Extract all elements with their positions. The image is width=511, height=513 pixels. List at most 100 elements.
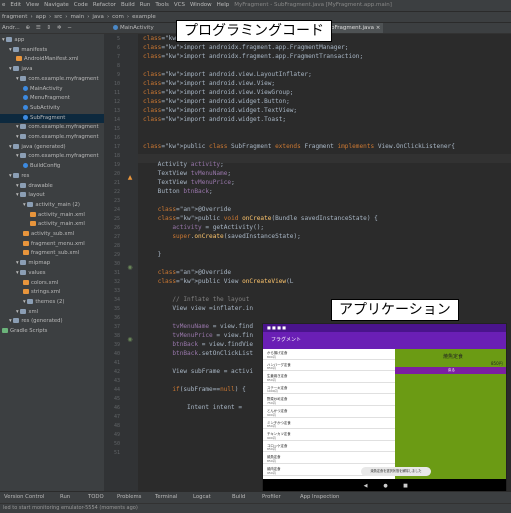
bottom-tab-todo[interactable]: TODO (88, 492, 104, 503)
tree-item[interactable]: ▾ drawable (0, 182, 104, 191)
bottom-tab-build[interactable]: Build (232, 492, 245, 503)
menu-item-vcs[interactable]: VCS (174, 2, 185, 8)
close-icon[interactable]: × (374, 25, 381, 31)
recents-icon[interactable]: ■ (403, 484, 408, 489)
target-icon[interactable]: ⊕ (26, 25, 31, 31)
expand-icon[interactable]: ⇕ (47, 25, 52, 31)
menu-item-window[interactable]: Window (190, 2, 212, 8)
list-item[interactable]: 生姜焼き定食 850円 (263, 372, 395, 383)
line-number: 27 (113, 234, 120, 240)
bottom-tab-profiler[interactable]: Profiler (262, 492, 281, 503)
line-number: 41 (113, 360, 120, 366)
bottom-tab-terminal[interactable]: Terminal (155, 492, 177, 503)
menu-item-view[interactable]: View (26, 2, 39, 8)
breadcrumb-item[interactable]: java (92, 14, 104, 20)
bottom-tab-run[interactable]: Run (60, 492, 70, 503)
tree-item[interactable]: MenuFragment (0, 94, 104, 103)
override-marker-icon[interactable]: ◉ (126, 265, 134, 271)
tree-item[interactable]: ▾ layout (0, 191, 104, 200)
xml-icon (23, 279, 29, 285)
breadcrumb-item[interactable]: fragment (2, 14, 27, 20)
tree-item-label: com.example.myfragment (28, 134, 99, 140)
breadcrumb-item[interactable]: src (54, 14, 62, 20)
collapse-icon[interactable]: ☰ (36, 25, 41, 31)
menu-item-help[interactable]: Help (217, 2, 230, 8)
tree-item[interactable]: ▾ com.example.myfragment (0, 152, 104, 161)
tree-item[interactable]: Gradle Scripts (0, 327, 104, 336)
menu-item-build[interactable]: Build (121, 2, 135, 8)
breadcrumb-item[interactable]: main (70, 14, 84, 20)
tree-item[interactable]: activity_sub.xml (0, 230, 104, 239)
bottom-tab-logcat[interactable]: Logcat (193, 492, 211, 503)
bottom-tab-version-control[interactable]: Version Control (4, 492, 44, 503)
minimize-icon[interactable]: − (67, 25, 72, 31)
xml-icon (23, 250, 29, 256)
tree-item[interactable]: AndroidManifest.xml (0, 55, 104, 64)
project-view-selector[interactable]: Andr... (2, 25, 20, 31)
tree-item[interactable]: ▾ com.example.myfragment (0, 75, 104, 84)
menu-item-price: 750円 (267, 400, 276, 405)
tree-item[interactable]: ▾ com.example.myfragment (0, 123, 104, 132)
tree-item[interactable]: activity_main.xml (0, 211, 104, 220)
tree-item[interactable]: SubActivity (0, 104, 104, 113)
list-item[interactable]: とんかつ定食 900円 (263, 407, 395, 418)
list-item[interactable]: ミンチかつ定食 850円 (263, 419, 395, 430)
tree-item[interactable]: BuildConfig (0, 162, 104, 171)
list-item[interactable]: から揚げ定食 800円 (263, 349, 395, 360)
bottom-tab-problems[interactable]: Problems (117, 492, 141, 503)
menu-item-tools[interactable]: Tools (155, 2, 169, 8)
back-icon[interactable]: ◀ (363, 484, 368, 489)
line-number: 10 (113, 81, 120, 87)
back-button[interactable]: 戻る (395, 367, 506, 374)
menu-item-navigate[interactable]: Navigate (44, 2, 69, 8)
line-number: 51 (113, 450, 120, 456)
menu-item-edit[interactable]: Edit (10, 2, 21, 8)
line-number: 38 (113, 333, 120, 339)
tree-item[interactable]: strings.xml (0, 288, 104, 297)
tree-item[interactable]: MainActivity (0, 85, 104, 94)
tree-item[interactable]: ▾ activity_main (2) (0, 201, 104, 210)
emulator-screen[interactable]: ■ ■ ■ ■ フラグメント から揚げ定食 800円 ハンバーグ定食 850円 生姜焼き… (262, 323, 507, 493)
breadcrumb-item[interactable]: example (132, 14, 156, 20)
tree-item[interactable]: activity_main.xml (0, 220, 104, 229)
home-icon[interactable]: ● (383, 484, 388, 489)
list-item[interactable]: 焼魚定食 850円 (263, 453, 395, 464)
override-marker-icon[interactable]: ◉ (126, 337, 134, 343)
menu-item-code[interactable]: Code (74, 2, 88, 8)
list-item[interactable]: チキンカツ定食 900円 (263, 430, 395, 441)
bottom-tab-app-inspection[interactable]: App Inspection (300, 492, 339, 503)
tree-item[interactable]: ▾ mipmap (0, 259, 104, 268)
tree-item[interactable]: ▾ res (0, 172, 104, 181)
list-item[interactable]: 野菜炒め定食 750円 (263, 395, 395, 406)
tab-mainactivity[interactable]: MainActivity (110, 23, 157, 33)
tree-item[interactable]: ▾ com.example.myfragment (0, 133, 104, 142)
class-marker-icon[interactable]: ▲ (126, 175, 134, 181)
menu-item-price: 800円 (267, 354, 276, 359)
gear-icon[interactable]: ✲ (57, 25, 62, 31)
tree-item[interactable]: ▾ java (generated) (0, 143, 104, 152)
tree-item[interactable]: fragment_menu.xml (0, 240, 104, 249)
tree-item[interactable]: ▾ res (generated) (0, 317, 104, 326)
tree-item[interactable]: ▾ xml (0, 308, 104, 317)
tree-item[interactable]: ▾ app (0, 36, 104, 45)
class-icon (23, 163, 28, 169)
menu-item-refactor[interactable]: Refactor (93, 2, 116, 8)
menu-item-run[interactable]: Run (140, 2, 151, 8)
tree-item-label: layout (28, 192, 45, 199)
list-item[interactable]: ステーキ定食 1000円 (263, 384, 395, 395)
menu-item-e[interactable]: e (2, 2, 5, 8)
tree-item[interactable]: fragment_sub.xml (0, 249, 104, 258)
breadcrumb-item[interactable]: com (112, 14, 124, 20)
tree-item[interactable]: SubFragment (0, 113, 104, 123)
list-item[interactable]: コロッケ定食 850円 (263, 442, 395, 453)
folder-icon (27, 201, 34, 207)
tree-item[interactable]: ▾ values (0, 269, 104, 278)
tree-item[interactable]: colors.xml (0, 279, 104, 288)
tree-item[interactable]: ▾ manifests (0, 46, 104, 55)
code-line: btnBack = view.findVie (172, 341, 254, 348)
code-line: TextView tvMenuName; (143, 170, 232, 177)
breadcrumb-item[interactable]: app (36, 14, 46, 20)
list-item[interactable]: ハンバーグ定食 850円 (263, 361, 395, 372)
tree-item[interactable]: ▾ themes (2) (0, 298, 104, 307)
tree-item[interactable]: ▾ java (0, 65, 104, 74)
